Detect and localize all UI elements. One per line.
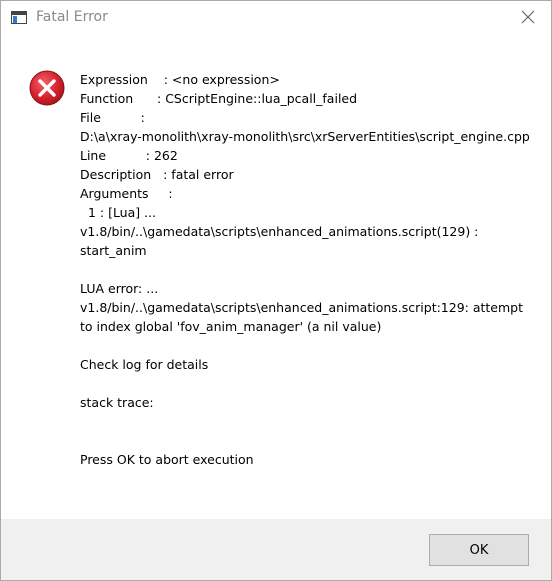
close-icon: [521, 10, 535, 24]
app-window-icon: [11, 11, 27, 24]
dialog-content: Expression : <no expression> Function : …: [1, 33, 551, 519]
window-title: Fatal Error: [36, 9, 108, 25]
ok-button[interactable]: OK: [429, 534, 529, 566]
dialog-footer: OK: [1, 519, 551, 580]
fatal-error-dialog: Fatal Error Expression : <no expression>…: [0, 0, 552, 581]
error-message: Expression : <no expression> Function : …: [80, 72, 530, 467]
scroll-edge: [548, 65, 551, 551]
close-button[interactable]: [505, 1, 551, 33]
error-icon: [29, 70, 65, 106]
title-bar[interactable]: Fatal Error: [1, 1, 551, 33]
